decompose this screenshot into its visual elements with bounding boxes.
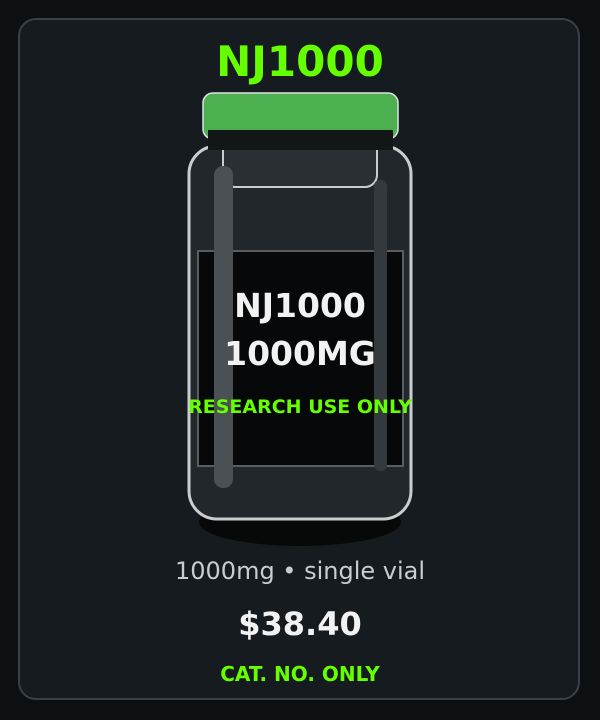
product-price: $38.40 <box>238 605 362 643</box>
vial-highlight-left <box>214 166 233 488</box>
vial-label-note: RESEARCH USE ONLY <box>188 396 412 418</box>
vial-label-name: NJ1000 <box>234 286 366 325</box>
vial-cap-collar <box>208 130 393 150</box>
catalog-note: CAT. NO. ONLY <box>220 662 380 686</box>
vial-label-dose: 1000MG <box>224 334 376 373</box>
product-description: 1000mg • single vial <box>174 557 426 585</box>
